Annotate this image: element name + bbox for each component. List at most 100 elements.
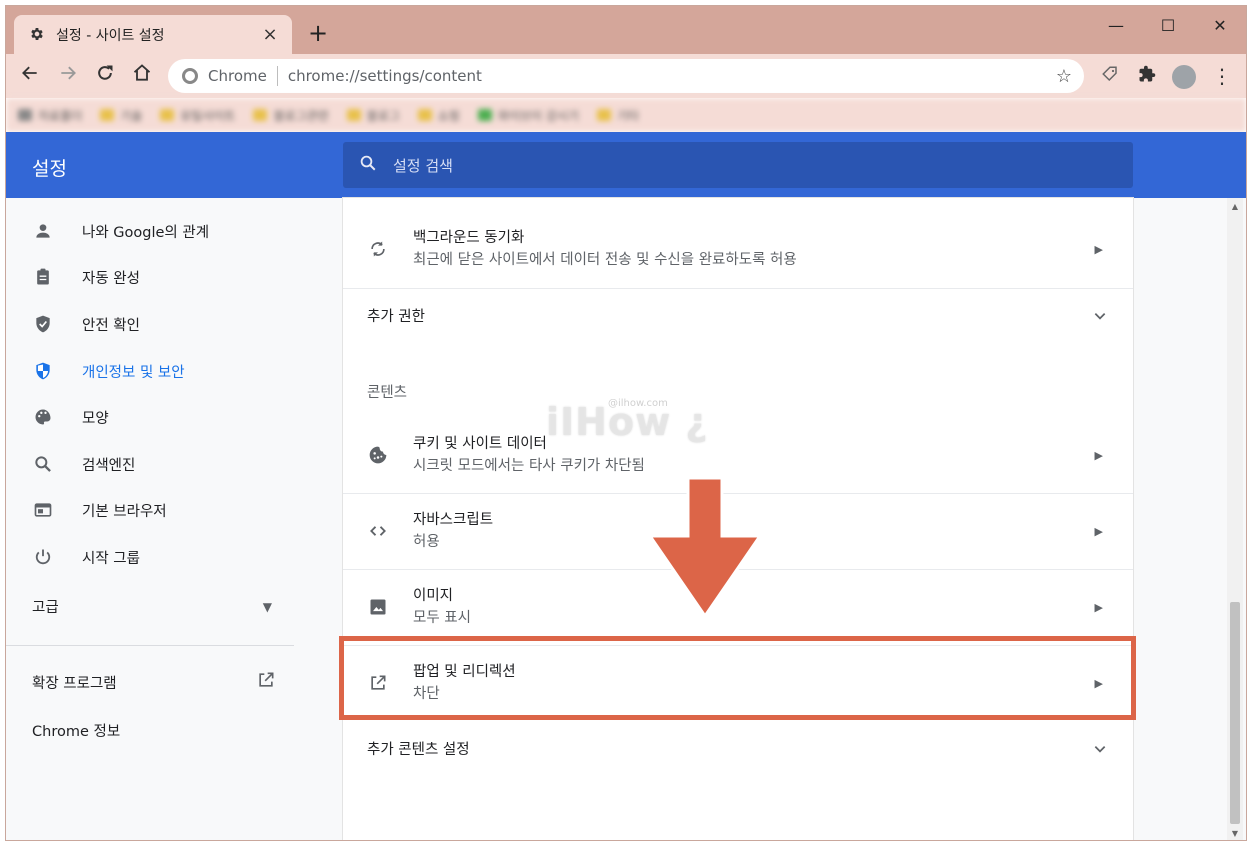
sidebar-item-you-and-google[interactable]: 나와 Google의 관계 [6, 208, 296, 254]
folder-icon [100, 109, 115, 121]
gear-icon [28, 26, 46, 44]
sync-icon [367, 238, 389, 260]
sidebar-item-on-startup[interactable]: 시작 그룹 [6, 534, 296, 580]
settings-header: 설정 설정 검색 [6, 132, 1246, 198]
additional-content-settings-label: 추가 콘텐츠 설정 [367, 741, 470, 758]
scrollbar[interactable]: ▲ ▼ [1227, 198, 1243, 840]
folder-icon [597, 109, 611, 121]
sidebar-item-label: 안전 확인 [82, 317, 140, 334]
bookmark-item[interactable]: 기술 [100, 107, 142, 124]
row-title: 쿠키 및 사이트 데이터 [413, 436, 547, 452]
cookie-icon [367, 444, 389, 466]
omnibox[interactable]: Chrome chrome://settings/content ☆ [168, 59, 1084, 93]
code-icon [367, 520, 389, 542]
folder-icon [417, 109, 432, 121]
sidebar-item-privacy-security[interactable]: 개인정보 및 보안 [6, 348, 296, 394]
sidebar-item-autofill[interactable]: 자동 완성 [6, 254, 296, 300]
extensions-label: 확장 프로그램 [32, 675, 117, 692]
puzzle-extensions-icon[interactable] [1133, 62, 1161, 90]
folder-icon [18, 109, 32, 121]
sidebar-advanced-toggle[interactable]: 고급 ▼ [32, 596, 272, 617]
back-icon[interactable] [16, 62, 44, 90]
sidebar-item-search-engine[interactable]: 검색엔진 [6, 441, 296, 487]
sidebar-item-default-browser[interactable]: 기본 브라우저 [6, 487, 296, 533]
row-subtitle: 시크릿 모드에서는 타사 쿠키가 차단됨 [413, 458, 645, 474]
omnibox-site-label: Chrome [208, 67, 267, 85]
image-icon [367, 596, 389, 618]
folder-icon [253, 109, 268, 121]
scroll-up-icon[interactable]: ▲ [1227, 202, 1243, 211]
bookmark-item[interactable]: 와이브이 강시기 [477, 107, 579, 124]
arrow-right-icon: ▶ [1094, 524, 1103, 538]
shield-check-icon [32, 313, 54, 335]
search-placeholder: 설정 검색 [393, 156, 453, 175]
minimize-button[interactable]: — [1090, 12, 1142, 40]
sidebar-item-safety-check[interactable]: 안전 확인 [6, 301, 296, 347]
open-external-icon [256, 670, 276, 694]
settings-search-input[interactable]: 설정 검색 [343, 142, 1133, 188]
sidebar-item-label: 나와 Google의 관계 [82, 224, 210, 241]
home-icon[interactable] [128, 62, 156, 90]
scrollbar-thumb[interactable] [1230, 602, 1240, 824]
folder-icon [346, 109, 361, 121]
tab-title: 설정 - 사이트 설정 [56, 27, 165, 44]
browser-window-icon [32, 499, 54, 521]
bookmark-item[interactable]: 자료폴더 [18, 107, 82, 124]
settings-title: 설정 [32, 158, 67, 180]
toolbar: Chrome chrome://settings/content ☆ ⋮ [6, 54, 1246, 98]
row-subtitle: 최근에 닫은 사이트에서 데이터 전송 및 수신을 완료하도록 허용 [413, 252, 797, 268]
chevron-down-icon [1093, 741, 1107, 755]
omnibox-separator [276, 66, 278, 86]
sidebar-extensions-link[interactable]: 확장 프로그램 [32, 670, 276, 694]
reload-icon[interactable] [91, 62, 119, 90]
additional-permissions-toggle[interactable]: 추가 권한 [367, 303, 1107, 327]
bookmark-item[interactable]: 기타 [597, 107, 639, 124]
maximize-button[interactable]: ☐ [1142, 12, 1194, 40]
person-icon [32, 220, 54, 242]
bookmark-star-icon[interactable]: ☆ [1056, 66, 1072, 87]
tag-extension-icon[interactable] [1096, 62, 1124, 90]
site-favicon-icon [477, 109, 492, 121]
tab-settings[interactable]: 설정 - 사이트 설정 × [14, 15, 292, 54]
annotation-arrow-down-icon [650, 478, 760, 616]
bookmark-item[interactable]: 블로그 [346, 107, 400, 124]
sidebar-about-chrome[interactable]: Chrome 정보 [32, 720, 120, 741]
sidebar-item-label: 개인정보 및 보안 [82, 364, 185, 381]
bookmarks-bar: 자료폴더 기술 유틸사이트 블로그관련 블로그 쇼핑 와이브이 강시기 기타 [6, 98, 1246, 132]
close-window-button[interactable]: ✕ [1194, 12, 1246, 40]
additional-content-settings-toggle[interactable]: 추가 콘텐츠 설정 [367, 736, 1107, 760]
profile-avatar[interactable] [1172, 65, 1196, 89]
new-tab-button[interactable]: + [306, 21, 330, 46]
omnibox-url[interactable]: chrome://settings/content [288, 67, 1056, 85]
row-divider [343, 288, 1133, 289]
bookmark-item[interactable]: 쇼핑 [417, 107, 460, 124]
sidebar-item-label: 시작 그룹 [82, 550, 140, 567]
bookmark-item[interactable]: 유틸사이트 [160, 107, 235, 124]
sidebar: 나와 Google의 관계 자동 완성 안전 확인 개인정보 및 보안 모양 검… [6, 198, 296, 840]
chevron-down-icon [1093, 308, 1107, 322]
contents-section-title: 콘텐츠 [367, 385, 408, 401]
power-icon [32, 546, 54, 568]
sidebar-item-appearance[interactable]: 모양 [6, 394, 296, 440]
cookies-row[interactable]: 쿠키 및 사이트 데이터 시크릿 모드에서는 타사 쿠키가 차단됨 ▶ [343, 424, 1133, 486]
bookmark-item[interactable]: 블로그관련 [253, 107, 329, 124]
sidebar-item-label: 기본 브라우저 [82, 503, 167, 520]
clipboard-icon [32, 266, 54, 288]
arrow-right-icon: ▶ [1094, 600, 1103, 614]
menu-kebab-icon[interactable]: ⋮ [1208, 62, 1236, 90]
row-title: 백그라운드 동기화 [413, 230, 525, 246]
search-icon [359, 154, 377, 177]
additional-permissions-label: 추가 권한 [367, 308, 425, 325]
arrow-right-icon: ▶ [1094, 242, 1103, 256]
sidebar-item-label: 자동 완성 [82, 270, 140, 287]
shield-privacy-icon [32, 360, 54, 382]
tab-close-icon[interactable]: × [260, 24, 280, 45]
advanced-label: 고급 [32, 600, 59, 616]
arrow-right-icon: ▶ [1094, 448, 1103, 462]
chrome-site-icon [182, 68, 198, 84]
palette-icon [32, 406, 54, 428]
scroll-down-icon[interactable]: ▼ [1227, 829, 1243, 838]
caret-down-icon: ▼ [262, 599, 272, 614]
background-sync-row[interactable]: 백그라운드 동기화 최근에 닫은 사이트에서 데이터 전송 및 수신을 완료하도… [343, 218, 1133, 280]
forward-icon[interactable] [54, 62, 82, 90]
